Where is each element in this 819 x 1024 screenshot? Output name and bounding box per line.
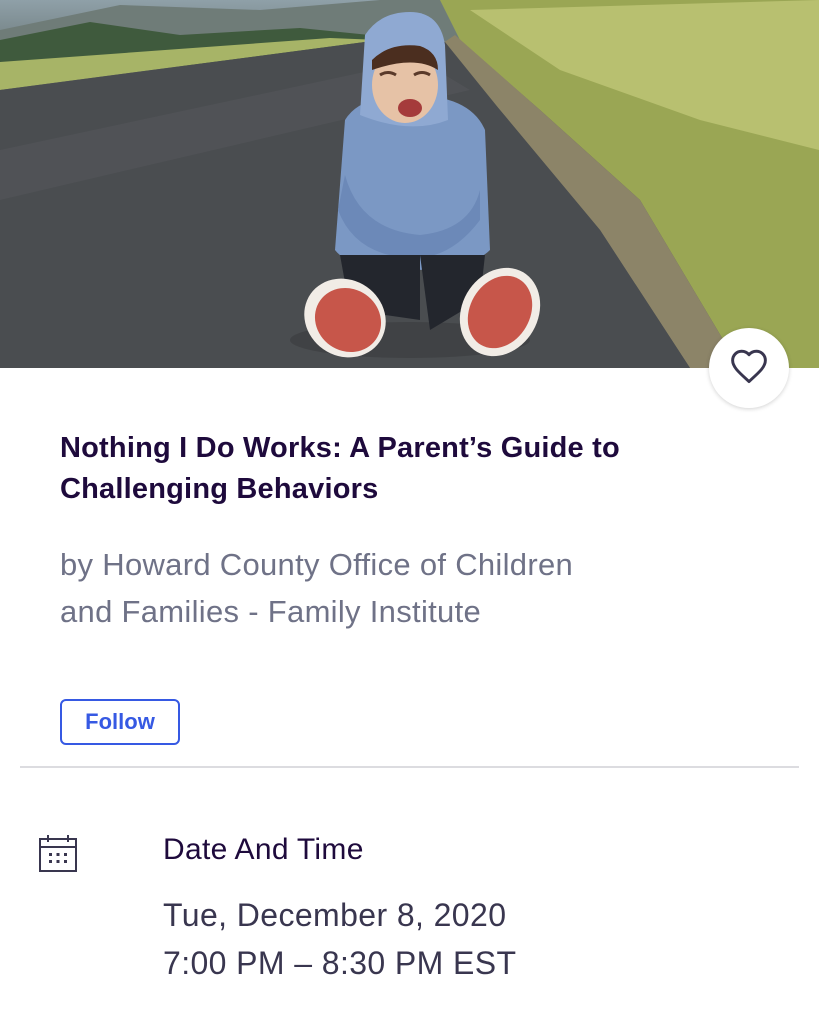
calendar-icon <box>38 834 78 879</box>
date-time-heading: Date And Time <box>163 833 364 866</box>
event-hero-image <box>0 0 819 368</box>
hero-photo-illustration <box>0 0 819 368</box>
event-time: 7:00 PM – 8:30 PM EST <box>163 945 517 981</box>
organizer-name: by Howard County Office of Children and … <box>60 547 574 629</box>
follow-button[interactable]: Follow <box>60 699 180 745</box>
event-title: Nothing I Do Works: A Parent’s Guide to … <box>60 432 620 505</box>
heart-outline-icon <box>729 348 769 389</box>
section-divider <box>20 766 799 768</box>
event-date: Tue, December 8, 2020 <box>163 897 507 933</box>
favorite-button[interactable] <box>709 328 789 408</box>
